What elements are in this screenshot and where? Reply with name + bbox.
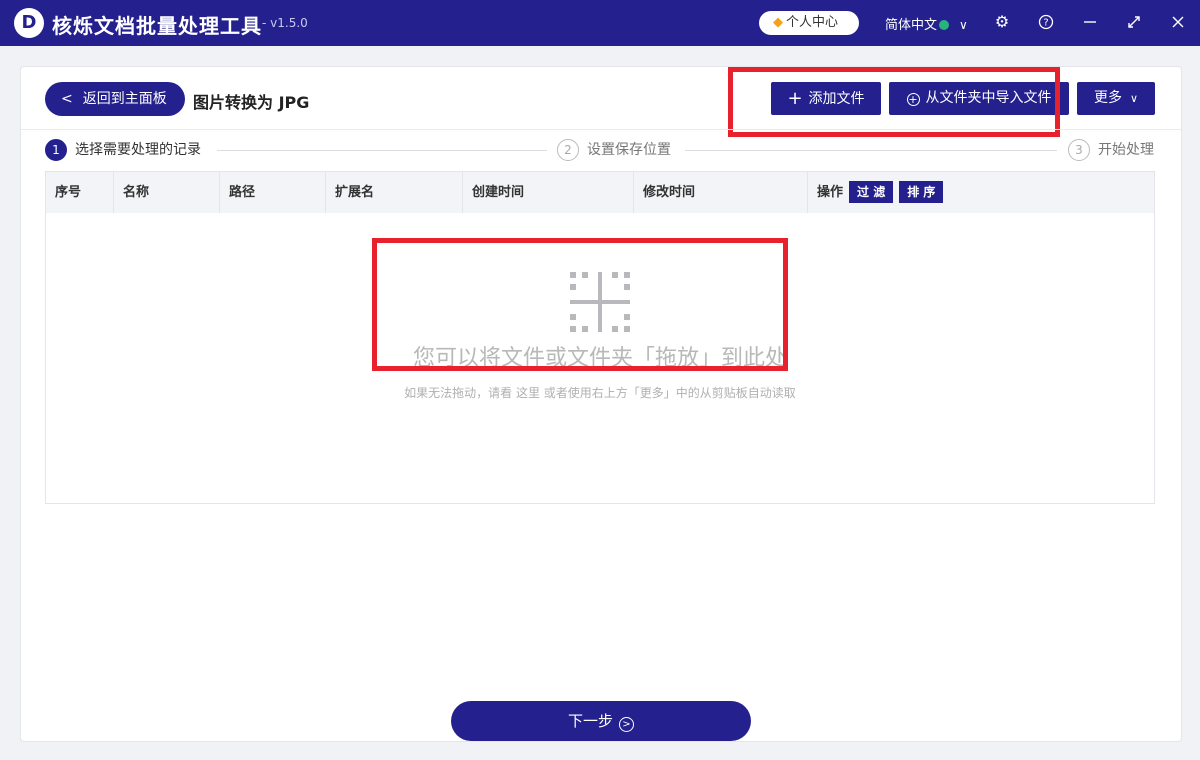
column-header-path: 路径 (219, 172, 325, 213)
main-panel: < 返回到主面板 图片转换为 JPG + 添加文件 + 从文件夹中导入文件 更多 ∨ 1… (20, 66, 1182, 742)
step-2-number: 2 (557, 139, 579, 161)
language-selector[interactable]: 简体中文 ∨ (885, 14, 968, 33)
step-1: 1 选择需要处理的记录 (45, 139, 201, 161)
back-label: 返回到主面板 (82, 91, 167, 107)
close-icon[interactable] (1168, 12, 1188, 32)
more-label: 更多 (1093, 90, 1122, 106)
maximize-icon[interactable] (1124, 12, 1144, 32)
app-logo: D (14, 8, 44, 38)
plus-circle-icon: + (906, 93, 920, 106)
language-label: 简体中文 (885, 18, 938, 33)
gear-icon[interactable]: ⚙ (992, 12, 1012, 32)
svg-text:?: ? (1043, 18, 1048, 29)
title-bar: D 核烁文档批量处理工具 - v1.5.0 ◆ 个人中心 简体中文 ∨ ⚙ ? (0, 0, 1200, 46)
diamond-icon: ◆ (773, 15, 783, 30)
step-3-label: 开始处理 (1098, 142, 1154, 158)
column-header-created: 创建时间 (462, 172, 633, 213)
import-folder-button[interactable]: + 从文件夹中导入文件 (889, 82, 1069, 115)
header-divider (21, 129, 1181, 130)
step-3-number: 3 (1068, 139, 1090, 161)
chevron-down-icon: ∨ (959, 18, 968, 32)
step-connector (685, 150, 1057, 151)
column-header-modified: 修改时间 (633, 172, 807, 213)
drop-zone-icon (570, 272, 630, 332)
step-1-number: 1 (45, 139, 67, 161)
column-header-actions: 操作过 滤排 序 (807, 172, 1154, 213)
import-folder-label: 从文件夹中导入文件 (925, 90, 1052, 106)
add-file-label: 添加文件 (808, 91, 865, 107)
add-file-button[interactable]: + 添加文件 (771, 82, 881, 115)
next-step-label: 下一步 (567, 712, 613, 730)
drop-zone-hint: 如果无法拖动，请看 这里 或者使用右上方「更多」中的从剪贴板自动读取 (404, 386, 796, 400)
column-header-extension: 扩展名 (325, 172, 462, 213)
page-title: 图片转换为 JPG (193, 93, 310, 112)
drop-zone-title: 您可以将文件或文件夹「拖放」到此处 (412, 346, 787, 371)
step-3: 3 开始处理 (1068, 139, 1154, 161)
minimize-icon[interactable] (1080, 12, 1100, 32)
table-header: 序号 名称 路径 扩展名 创建时间 修改时间 操作过 滤排 序 (46, 172, 1154, 213)
user-center-label: 个人中心 (786, 15, 839, 30)
step-connector (217, 150, 547, 151)
chevron-left-icon: < (61, 91, 73, 107)
step-2: 2 设置保存位置 (557, 139, 671, 161)
app-version: - v1.5.0 (262, 16, 308, 30)
sort-button[interactable]: 排 序 (899, 181, 944, 203)
next-step-button[interactable]: 下一步 > (451, 701, 751, 741)
chevron-down-icon: ∨ (1129, 92, 1139, 105)
plus-icon: + (787, 88, 803, 109)
back-to-main-button[interactable]: < 返回到主面板 (45, 82, 185, 116)
help-icon[interactable]: ? (1036, 12, 1056, 32)
column-header-name: 名称 (113, 172, 219, 213)
column-header-index: 序号 (55, 185, 82, 200)
actions-label: 操作 (817, 185, 844, 200)
more-button[interactable]: 更多 ∨ (1077, 82, 1155, 115)
file-table[interactable]: 序号 名称 路径 扩展名 创建时间 修改时间 操作过 滤排 序 您可以将文件或文… (45, 171, 1155, 504)
filter-button[interactable]: 过 滤 (849, 181, 894, 203)
step-2-label: 设置保存位置 (587, 142, 671, 158)
chevron-right-circle-icon: > (619, 717, 634, 732)
app-title: 核烁文档批量处理工具 (52, 14, 262, 38)
step-1-label: 选择需要处理的记录 (75, 142, 201, 158)
globe-icon (939, 20, 950, 30)
logo-letter: D (21, 12, 37, 33)
user-center-button[interactable]: ◆ 个人中心 (759, 11, 859, 35)
